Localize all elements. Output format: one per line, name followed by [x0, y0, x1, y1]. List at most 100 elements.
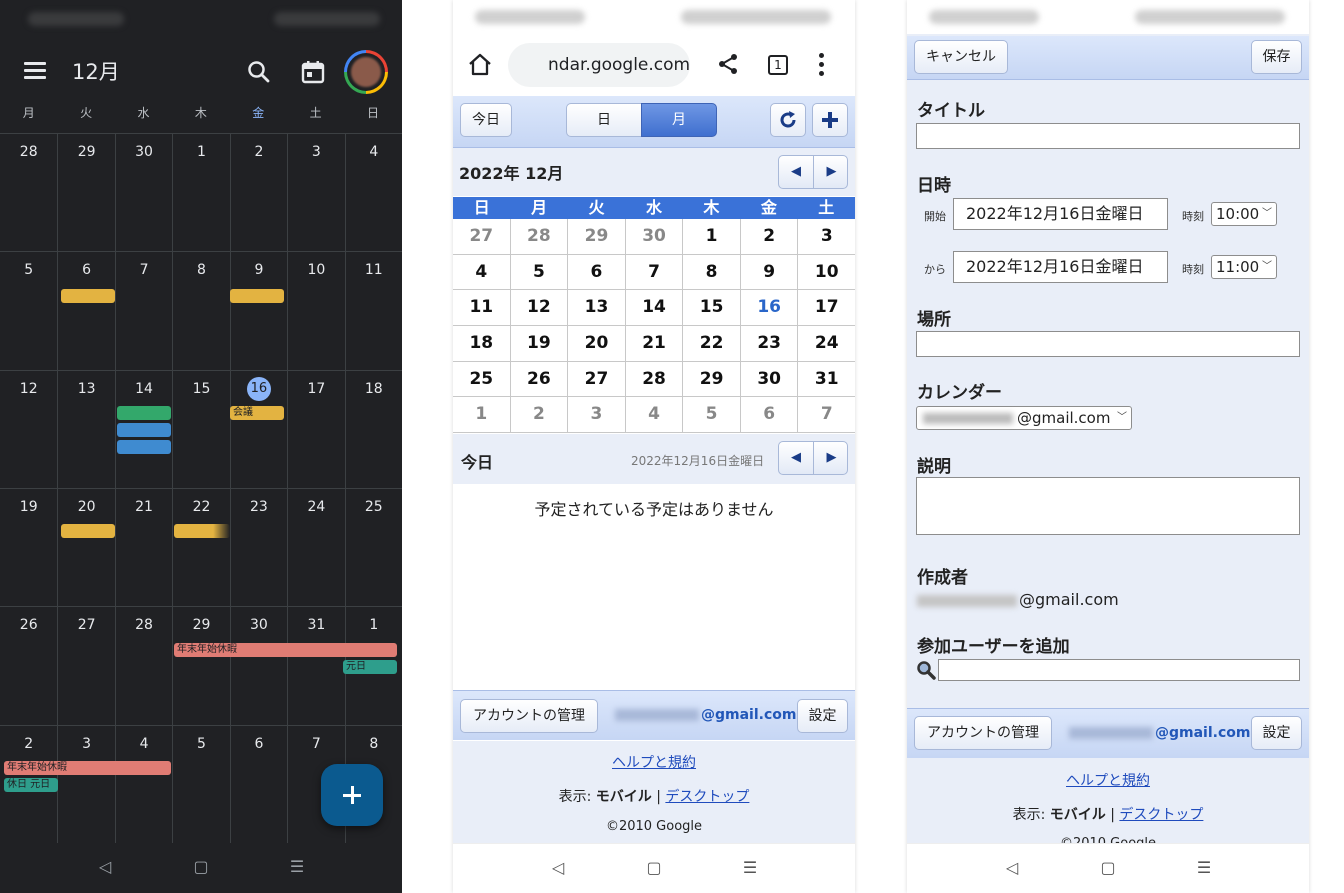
day-cell[interactable]: 31 [798, 362, 855, 398]
event-year-end-holiday[interactable]: 年末年始休暇 [174, 643, 397, 657]
day-cell[interactable]: 6 [229, 724, 288, 843]
day-cell[interactable]: 4 [344, 133, 402, 252]
event-chip[interactable] [117, 440, 171, 454]
day-cell[interactable]: 3 [568, 397, 626, 434]
day-cell[interactable]: 2 [229, 133, 288, 252]
title-input[interactable] [916, 123, 1300, 149]
day-cell[interactable]: 25 [344, 488, 402, 607]
event-chip[interactable] [230, 289, 284, 303]
search-icon[interactable] [246, 59, 272, 85]
event-year-end-holiday[interactable]: 年末年始休暇 [4, 761, 171, 775]
manage-account-button[interactable]: アカウントの管理 [914, 716, 1052, 750]
day-cell[interactable]: 4 [453, 254, 511, 291]
help-link[interactable]: ヘルプと規約 [907, 770, 1309, 790]
day-cell[interactable]: 21 [114, 488, 173, 607]
day-cell[interactable]: 30 [625, 219, 684, 255]
day-cell[interactable]: 14 [625, 290, 684, 327]
day-cell[interactable]: 7 [798, 397, 855, 434]
save-button[interactable]: 保存 [1251, 40, 1302, 74]
day-cell[interactable]: 9 [229, 251, 288, 370]
start-date-field[interactable]: 2022年12月16日金曜日 [953, 198, 1168, 230]
event-chip[interactable] [61, 289, 115, 303]
event-chip[interactable] [61, 524, 115, 538]
day-cell[interactable]: 4 [625, 397, 684, 434]
day-cell[interactable]: 6 [57, 251, 115, 370]
day-cell[interactable]: 17 [287, 369, 345, 488]
day-cell[interactable]: 3 [287, 133, 345, 252]
view-month-button[interactable]: 月 [641, 103, 717, 137]
recents-icon[interactable]: ☰ [740, 858, 760, 877]
end-date-field[interactable]: 2022年12月16日金曜日 [953, 251, 1168, 283]
day-cell[interactable]: 9 [740, 254, 799, 291]
day-cell[interactable]: 30 [114, 133, 173, 252]
day-cell[interactable]: 28 [0, 133, 58, 251]
day-cell[interactable]: 5 [172, 724, 230, 843]
next-day-button[interactable]: ▶ [814, 442, 849, 474]
add-event-button[interactable] [812, 103, 848, 137]
day-cell[interactable]: 18 [453, 326, 511, 362]
settings-button[interactable]: 設定 [797, 699, 848, 733]
day-cell[interactable]: 28 [114, 606, 173, 725]
day-cell[interactable]: 27 [57, 606, 115, 725]
day-cell[interactable]: 16 [740, 290, 799, 327]
event-holiday-new-year[interactable]: 休日 元日 [4, 778, 58, 792]
back-icon[interactable]: ◁ [95, 857, 115, 876]
day-cell[interactable]: 10 [798, 255, 855, 291]
help-link[interactable]: ヘルプと規約 [453, 752, 855, 772]
view-day-button[interactable]: 日 [566, 103, 642, 137]
day-cell[interactable]: 20 [57, 488, 115, 607]
day-cell[interactable]: 15 [683, 290, 741, 327]
location-input[interactable] [916, 331, 1300, 357]
day-cell[interactable]: 28 [625, 361, 684, 398]
avatar[interactable] [344, 50, 388, 94]
home-icon[interactable]: ▢ [1098, 858, 1118, 877]
day-cell[interactable]: 17 [798, 290, 855, 327]
day-cell[interactable]: 4 [114, 724, 173, 843]
day-cell[interactable]: 8 [683, 254, 741, 291]
day-cell[interactable]: 24 [287, 488, 345, 607]
day-cell[interactable]: 22 [172, 488, 230, 607]
day-cell[interactable]: 8 [172, 251, 230, 370]
event-new-year[interactable]: 元日 [343, 660, 397, 674]
day-cell[interactable]: 6 [568, 254, 626, 291]
day-cell[interactable]: 29 [57, 133, 115, 252]
month-title[interactable]: 12月 [72, 56, 120, 86]
day-cell[interactable]: 18 [344, 369, 402, 488]
day-cell[interactable]: 7 [114, 251, 173, 370]
share-icon[interactable] [716, 52, 740, 76]
day-cell[interactable]: 3 [57, 724, 115, 843]
day-cell[interactable]: 19 [510, 326, 569, 362]
day-cell[interactable]: 29 [172, 606, 230, 725]
next-month-button[interactable]: ▶ [814, 156, 849, 188]
back-icon[interactable]: ◁ [1002, 858, 1022, 877]
day-cell[interactable]: 27 [568, 361, 626, 398]
day-cell[interactable]: 2 [510, 397, 569, 434]
recents-icon[interactable]: ☰ [287, 857, 307, 876]
end-time-select[interactable]: 11:00 ﹀ [1211, 255, 1277, 279]
day-cell[interactable]: 24 [798, 326, 855, 362]
day-cell[interactable]: 26 [0, 606, 58, 724]
cancel-button[interactable]: キャンセル [914, 40, 1008, 74]
guest-search-input[interactable] [938, 659, 1300, 681]
day-cell[interactable]: 16 [229, 369, 288, 488]
day-cell[interactable]: 5 [0, 251, 58, 369]
event-chip[interactable] [174, 524, 230, 538]
day-cell[interactable]: 10 [287, 251, 345, 370]
today-button[interactable]: 今日 [460, 103, 512, 137]
day-cell[interactable]: 5 [683, 397, 741, 434]
day-cell[interactable]: 21 [625, 326, 684, 362]
day-cell[interactable]: 2 [740, 219, 799, 255]
recents-icon[interactable]: ☰ [1194, 858, 1214, 877]
day-cell[interactable]: 19 [0, 488, 58, 606]
desktop-link[interactable]: デスクトップ [665, 789, 749, 805]
day-cell[interactable]: 31 [287, 606, 345, 725]
day-cell[interactable]: 15 [172, 369, 230, 488]
day-cell[interactable]: 11 [344, 251, 402, 370]
refresh-button[interactable] [770, 103, 806, 137]
description-textarea[interactable] [916, 477, 1300, 535]
day-cell[interactable]: 12 [510, 290, 569, 327]
tab-switcher-button[interactable]: 1 [768, 55, 788, 75]
home-icon[interactable] [467, 52, 493, 78]
calendar-select[interactable]: @gmail.com ﹀ [916, 406, 1132, 430]
prev-month-button[interactable]: ◀ [779, 156, 814, 188]
